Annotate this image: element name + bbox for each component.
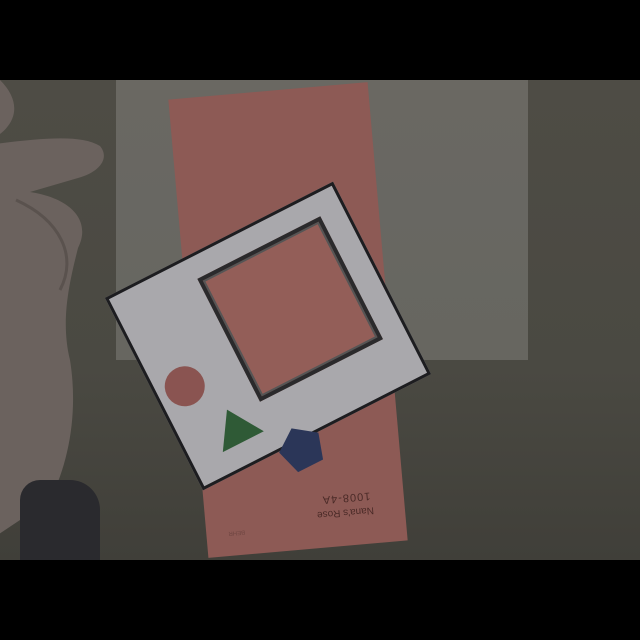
circle-shape-icon (157, 359, 212, 414)
color-window (197, 216, 383, 402)
shape-card (104, 181, 432, 491)
sleeve (20, 480, 100, 560)
pentagon-shape-icon (279, 428, 324, 473)
photo: 1008-4A Nana's Rose BEHR (0, 80, 640, 560)
triangle-shape-icon (222, 409, 264, 453)
